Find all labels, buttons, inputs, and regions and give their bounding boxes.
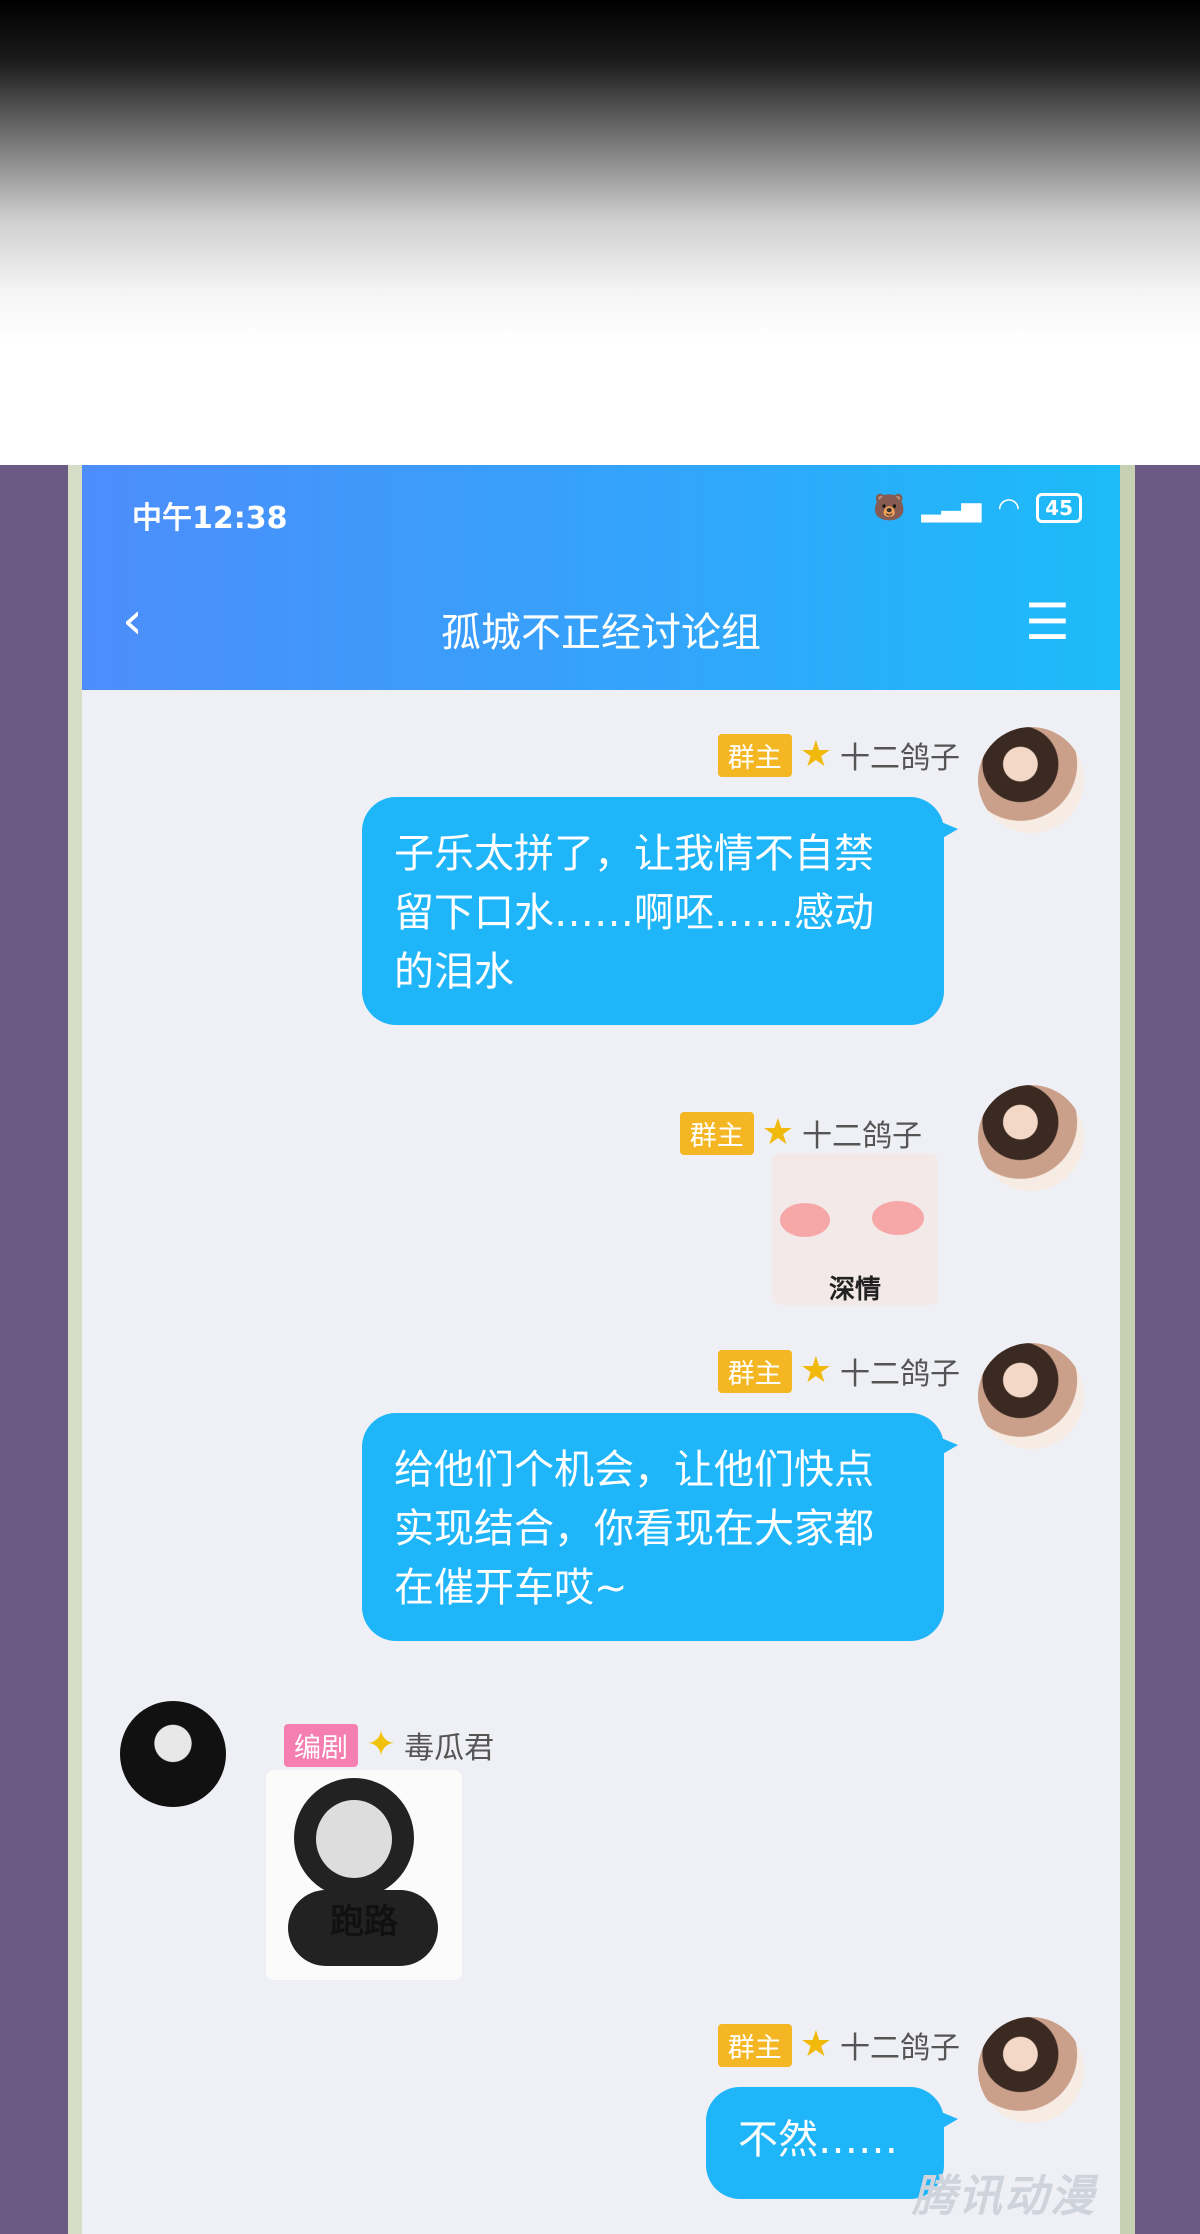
wifi-icon: ◠ [997,493,1021,523]
sender-name: 十二鸽子 [840,741,960,776]
sender-row: 群主 ★ 十二鸽子 [717,1349,960,1393]
message-bubble[interactable]: 不然…… [706,2087,958,2199]
avatar[interactable] [978,727,1084,833]
role-badge: 群主 [717,733,792,777]
sticker-caption: 跑路 [330,1902,398,1942]
left-frame-line [68,465,82,2234]
role-badge: 群主 [717,2023,792,2067]
role-badge: 编剧 [284,1723,358,1767]
star-icon: ★ [799,1350,832,1391]
signal-icon: ▂▃▅ [921,493,982,523]
sender-name: 十二鸽子 [802,1119,922,1154]
avatar[interactable] [978,2017,1084,2123]
sender-row: 群主 ★ 十二鸽子 [717,2023,960,2067]
pet-icon: 🐻 [873,493,906,523]
star-icon: ★ [799,734,832,775]
right-frame-line [1120,465,1135,2234]
top-fade-background [0,0,1200,465]
message-text: 给他们个机会，让他们快点实现结合，你看现在大家都在催开车哎~ [394,1447,874,1611]
star-icon: ★ [799,2024,832,2065]
role-badge: 群主 [717,1349,792,1393]
sender-row: 群主 ★ 十二鸽子 [679,1111,922,1155]
avatar[interactable] [120,1701,226,1807]
sender-name: 毒瓜君 [404,1731,495,1766]
left-border [0,465,68,2234]
status-icons: 🐻 ▂▃▅ ◠ 45 [873,493,1082,523]
sticker-image[interactable]: 深情 [772,1153,938,1305]
sender-row: 编剧 ✦ 毒瓜君 [284,1723,494,1767]
chat-title: 孤城不正经讨论组 [441,610,761,656]
message-text: 子乐太拼了，让我情不自禁留下口水……啊呸……感动的泪水 [394,831,874,995]
watermark: 腾讯动漫 [912,2171,1096,2222]
role-badge: 群主 [679,1111,754,1155]
sticker-caption: 深情 [828,1275,881,1305]
message-bubble[interactable]: 给他们个机会，让他们快点实现结合，你看现在大家都在催开车哎~ [362,1413,958,1641]
right-border [1135,465,1200,2234]
chat-header: 中午12:38 🐻 ▂▃▅ ◠ 45 ‹ 孤城不正经讨论组 ☰ [82,465,1120,690]
battery-icon: 45 [1036,493,1082,523]
menu-icon[interactable]: ☰ [1025,597,1070,647]
sticker-image[interactable]: 跑路 [266,1770,462,1980]
star-icon: ★ [761,1112,794,1153]
sender-name: 十二鸽子 [840,1357,960,1392]
message-bubble[interactable]: 子乐太拼了，让我情不自禁留下口水……啊呸……感动的泪水 [362,797,958,1025]
sparkle-icon: ✦ [366,1724,397,1765]
avatar[interactable] [978,1085,1084,1191]
sender-row: 群主 ★ 十二鸽子 [717,733,960,777]
phone-screen: 中午12:38 🐻 ▂▃▅ ◠ 45 ‹ 孤城不正经讨论组 ☰ 群主 ★ 十二鸽… [82,465,1120,2234]
sender-name: 十二鸽子 [840,2031,960,2066]
status-time: 中午12:38 [132,501,288,536]
message-text: 不然…… [738,2117,898,2163]
avatar[interactable] [978,1343,1084,1449]
